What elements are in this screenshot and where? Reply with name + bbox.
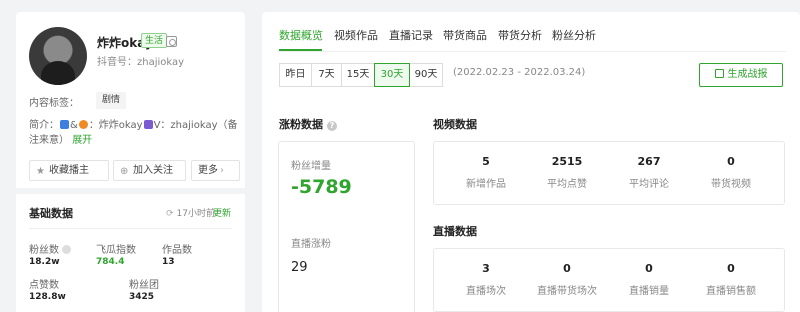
- metric-label: 带货视频: [711, 179, 751, 190]
- metric-value: 5: [482, 155, 490, 168]
- category-badge: 生活: [141, 33, 168, 48]
- live-data-title: 直播数据: [433, 225, 477, 238]
- metric-label: 新增作品: [466, 179, 506, 190]
- stat-works-value: 13: [162, 257, 175, 267]
- mail-icon: [143, 120, 153, 129]
- douyin-id: 抖音号：zhajiokay: [97, 57, 185, 68]
- divider-line: [29, 228, 232, 229]
- stat-likes-value: 128.8w: [29, 292, 66, 302]
- metric-value: 0: [563, 262, 571, 275]
- bio: 简介： & ：炸炸okay V：zhajiokay（备注来意） 展开: [29, 118, 241, 148]
- stat-fanclub-label: 粉丝团: [129, 280, 159, 291]
- range-yesterday[interactable]: 昨日: [279, 63, 312, 87]
- refresh-icon: ⟳: [166, 209, 177, 219]
- favorite-button[interactable]: ★ 收藏播主: [29, 160, 109, 181]
- metric-live-sales-sessions: 0 直播带货场次: [523, 262, 611, 297]
- basic-data-title: 基础数据: [29, 207, 73, 220]
- metric-live-revenue: 0 直播销售额: [687, 262, 775, 297]
- metric-live-sessions: 3 直播场次: [442, 262, 530, 297]
- stat-fans-value: 18.2w: [29, 257, 60, 267]
- metric-avg-comments: 267 平均评论: [605, 155, 693, 190]
- stat-index-label: 飞瓜指数: [96, 245, 136, 256]
- video-data-card: 5 新增作品 2515 平均点赞 267 平均评论 0 带货视频: [433, 141, 785, 205]
- updated-time: ⟳ 17小时前: [166, 206, 215, 219]
- tabs-divider: [277, 51, 786, 52]
- fans-increment-value: -5789: [291, 176, 352, 198]
- fans-growth-title-text: 涨粉数据: [279, 118, 323, 131]
- avatar[interactable]: [29, 27, 87, 85]
- tab-fans-analysis[interactable]: 粉丝分析: [552, 27, 596, 43]
- fans-increment-label: 粉丝增量: [291, 161, 331, 172]
- generate-report-label: 生成战报: [727, 69, 768, 80]
- external-link-icon: [714, 69, 724, 78]
- profile-panel: 炸炸okay 生活 抖音号：zhajiokay 内容标签： 剧情 简介： & ：炸炸…: [16, 12, 245, 312]
- live-fans-label: 直播涨粉: [291, 239, 331, 250]
- fans-growth-title: 涨粉数据?: [279, 116, 337, 132]
- tab-videos[interactable]: 视频作品: [334, 27, 378, 43]
- metric-value: 267: [637, 155, 661, 168]
- metric-value: 0: [727, 155, 735, 168]
- stat-works-label: 作品数: [162, 245, 192, 256]
- range-15d[interactable]: 15天: [341, 63, 375, 87]
- book-icon: [60, 120, 69, 129]
- live-data-card: 3 直播场次 0 直播带货场次 0 直播销量 0 直播销售额: [433, 248, 785, 312]
- fans-growth-card: 粉丝增量 -5789 直播涨粉 29: [278, 141, 415, 312]
- range-90d[interactable]: 90天: [409, 63, 443, 87]
- carrot-icon: [78, 120, 88, 129]
- metric-value: 3: [482, 262, 490, 275]
- expand-link[interactable]: 展开: [72, 135, 92, 146]
- tab-live[interactable]: 直播记录: [389, 27, 433, 43]
- tab-products[interactable]: 带货商品: [443, 27, 487, 43]
- metric-label: 平均点赞: [547, 179, 587, 190]
- live-fans-value: 29: [291, 260, 308, 275]
- stat-fanclub-value: 3425: [129, 292, 155, 302]
- more-button[interactable]: 更多 ›: [191, 160, 240, 181]
- metric-value: 0: [645, 262, 653, 275]
- gender-icon: [166, 36, 177, 47]
- range-7d[interactable]: 7天: [311, 63, 342, 87]
- tab-overview[interactable]: 数据概览: [279, 27, 323, 43]
- bio-name: ：炸炸okay: [88, 120, 143, 131]
- metric-new-works: 5 新增作品: [442, 155, 530, 190]
- metric-label: 直播场次: [466, 286, 506, 297]
- content-tag-chip[interactable]: 剧情: [96, 92, 127, 109]
- metric-label: 平均评论: [629, 179, 669, 190]
- plus-circle-icon: ⊕: [120, 166, 129, 177]
- update-link[interactable]: 更新: [213, 206, 231, 219]
- follow-label: 加入关注: [133, 165, 173, 176]
- metric-label: 直播销售额: [706, 286, 756, 297]
- metric-value: 0: [727, 262, 735, 275]
- updated-time-text: 17小时前: [176, 209, 215, 219]
- metric-label: 直播带货场次: [537, 286, 597, 297]
- star-icon: ★: [36, 166, 45, 177]
- metric-value: 2515: [551, 155, 583, 168]
- stat-fans-label: 粉丝数: [29, 241, 71, 256]
- metric-sales-videos: 0 带货视频: [687, 155, 775, 190]
- metric-live-volume: 0 直播销量: [605, 262, 693, 297]
- stat-fans-label-text: 粉丝数: [29, 245, 59, 256]
- info-icon: [62, 245, 71, 254]
- chevron-right-icon: ›: [220, 165, 224, 176]
- generate-report-button[interactable]: 生成战报: [699, 63, 783, 87]
- overview-panel: 数据概览 视频作品 直播记录 带货商品 带货分析 粉丝分析 昨日 7天 15天 …: [262, 12, 800, 312]
- metric-avg-likes: 2515 平均点赞: [523, 155, 611, 190]
- favorite-label: 收藏播主: [49, 165, 89, 176]
- bio-mid: &: [70, 120, 78, 131]
- follow-button[interactable]: ⊕ 加入关注: [113, 160, 186, 181]
- metric-label: 直播销量: [629, 286, 669, 297]
- stat-index-value: 784.4: [96, 257, 125, 267]
- tab-sales-analysis[interactable]: 带货分析: [498, 27, 542, 43]
- active-tab-indicator: [279, 49, 322, 51]
- content-label: 内容标签：: [29, 98, 79, 109]
- stat-likes-label: 点赞数: [29, 280, 59, 291]
- video-data-title: 视频数据: [433, 118, 477, 131]
- section-divider: [16, 188, 245, 194]
- range-30d[interactable]: 30天: [374, 63, 410, 87]
- help-icon[interactable]: ?: [327, 121, 337, 131]
- bio-prefix: 简介：: [29, 120, 59, 131]
- more-label: 更多: [198, 165, 218, 176]
- date-range-text: (2022.02.23 - 2022.03.24): [453, 67, 586, 78]
